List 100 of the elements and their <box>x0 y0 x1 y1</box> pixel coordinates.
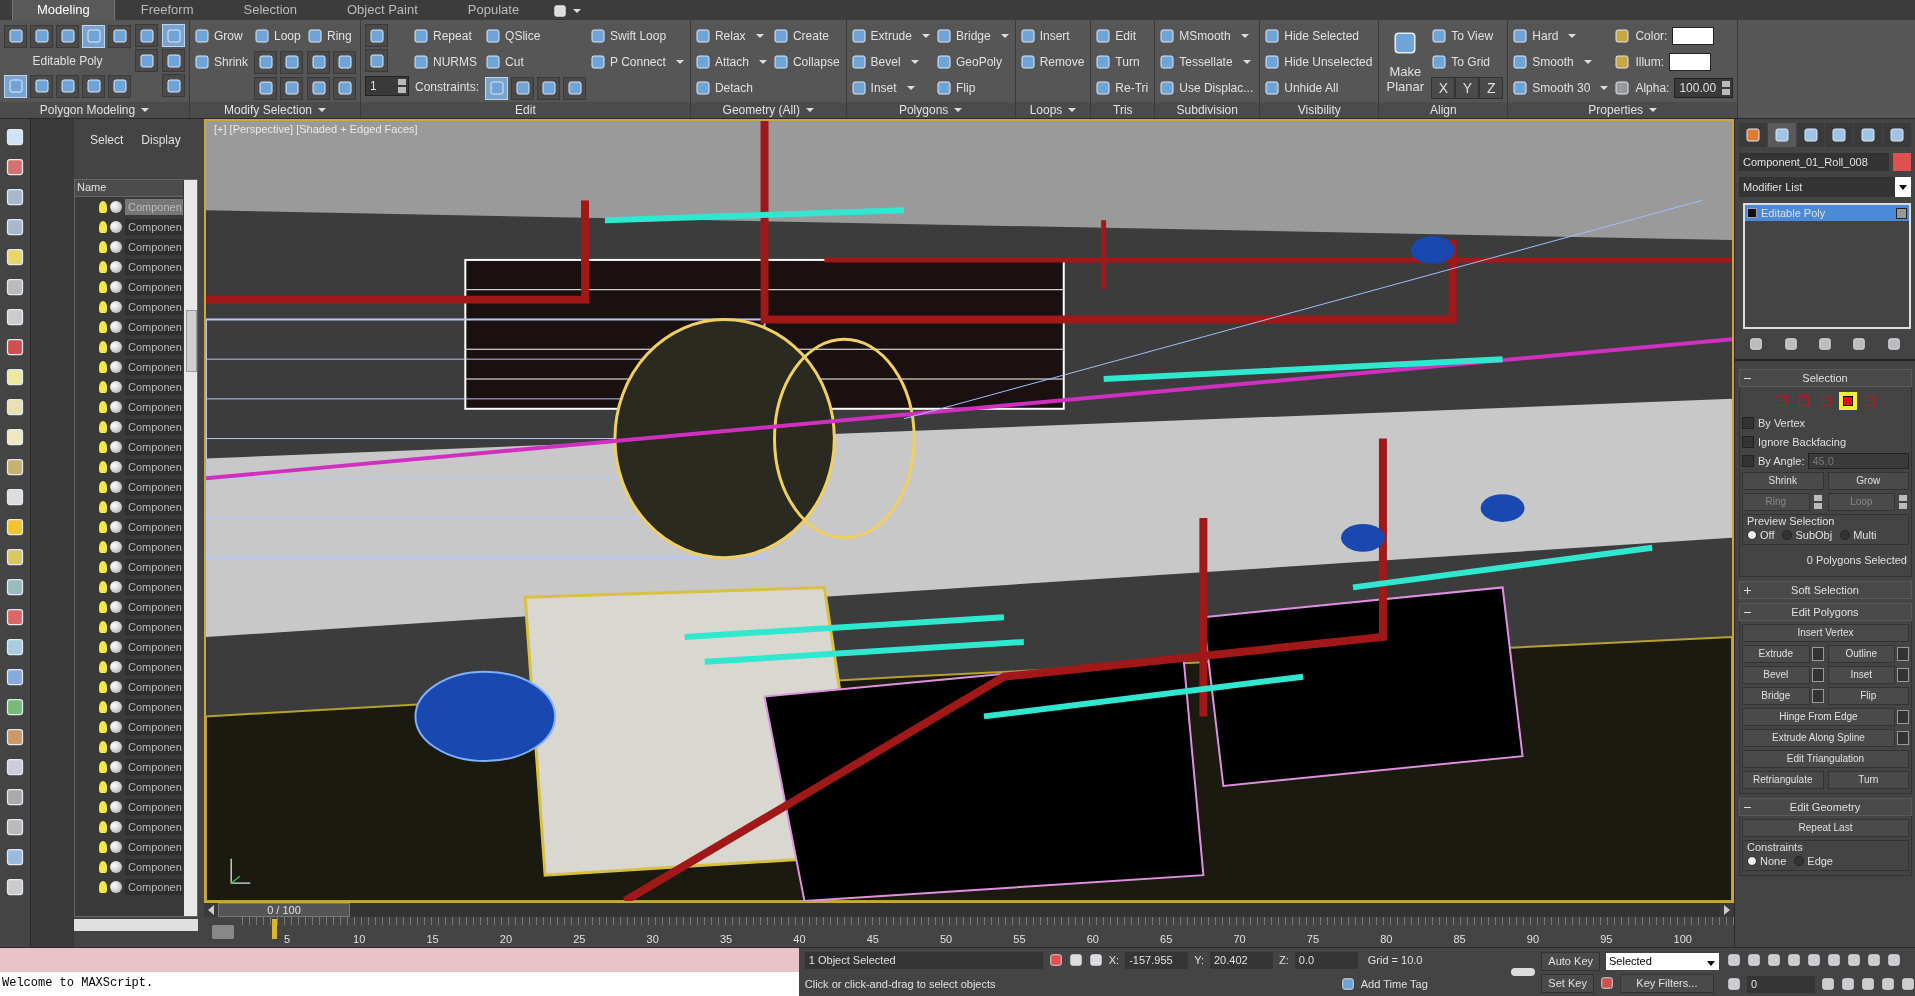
coordinate-field[interactable]: -157.955 <box>1125 951 1189 969</box>
ribbon-tab[interactable]: Freeform <box>116 0 218 20</box>
object-name[interactable]: Componen <box>125 679 183 695</box>
sphere-icon[interactable] <box>110 381 122 393</box>
panel-button[interactable]: Insert Vertex <box>1742 624 1909 642</box>
tool-button[interactable]: Hide Unselected <box>1264 50 1375 74</box>
scrollbar[interactable] <box>74 919 198 931</box>
object-name[interactable]: Componen <box>125 559 183 575</box>
light-bulb-icon[interactable] <box>99 261 107 273</box>
object-name[interactable]: Componen <box>125 299 183 315</box>
toolbar-square-icon[interactable] <box>5 247 25 267</box>
tool-button[interactable] <box>254 50 277 74</box>
tool-button[interactable] <box>365 24 388 47</box>
sphere-icon[interactable] <box>110 201 122 213</box>
light-bulb-icon[interactable] <box>99 241 107 253</box>
coordinate-field[interactable]: 0.0 <box>1294 951 1358 969</box>
spinner-arrows-icon[interactable] <box>1813 495 1822 509</box>
dropdown-button[interactable]: Attach <box>694 50 769 74</box>
object-name[interactable]: Componen <box>125 219 183 235</box>
square-icon[interactable] <box>1817 337 1832 351</box>
tool-button[interactable] <box>254 76 277 100</box>
panel-button[interactable]: Shrink <box>1742 472 1824 490</box>
object-name[interactable]: Componen <box>125 659 183 675</box>
sphere-icon[interactable] <box>110 701 122 713</box>
object-name[interactable]: Componen <box>125 519 183 535</box>
coordinate-field[interactable]: 20.402 <box>1210 951 1273 969</box>
tool-button[interactable]: Re-Tri <box>1095 76 1151 100</box>
object-name[interactable]: Componen <box>125 719 183 735</box>
light-bulb-icon[interactable] <box>99 861 107 873</box>
tool-button[interactable] <box>280 50 303 74</box>
sphere-icon[interactable] <box>110 801 122 813</box>
time-slider-track[interactable]: 0 / 100 <box>218 903 1720 917</box>
tool-button[interactable]: Detach <box>694 76 769 100</box>
key-filters-button[interactable]: Key Filters... <box>1619 973 1714 993</box>
dropdown-button[interactable]: Tessellate <box>1159 50 1256 74</box>
panel-button[interactable]: Hinge From Edge <box>1742 708 1895 726</box>
tool-button[interactable] <box>307 76 330 100</box>
tool-button[interactable] <box>280 76 303 100</box>
spinner-arrows-icon[interactable] <box>1899 495 1907 509</box>
dropdown-button[interactable]: Smooth <box>1512 50 1611 74</box>
light-bulb-icon[interactable] <box>99 561 107 573</box>
ribbon-tab[interactable]: Modeling <box>12 0 115 20</box>
object-name[interactable]: Componen <box>125 639 183 655</box>
tool-button[interactable]: Make Planar <box>1383 24 1428 94</box>
rollout-header[interactable]: Selection <box>1739 369 1912 387</box>
light-bulb-icon[interactable] <box>99 681 107 693</box>
object-name[interactable]: Componen <box>125 379 183 395</box>
sphere-icon[interactable] <box>110 221 122 233</box>
dropdown-button[interactable]: MSmooth <box>1159 24 1256 48</box>
rollout-header[interactable]: Edit Geometry <box>1739 798 1912 816</box>
object-name[interactable]: Componen <box>125 779 183 795</box>
ribbon-tab[interactable]: Object Paint <box>323 0 442 20</box>
panel-button[interactable]: Grow <box>1827 472 1909 490</box>
tool-button[interactable]: Insert <box>1019 24 1087 48</box>
tool-button[interactable]: Shrink <box>194 50 250 74</box>
sphere-icon[interactable] <box>110 641 122 653</box>
color-swatch[interactable] <box>1669 53 1712 71</box>
light-bulb-icon[interactable] <box>99 781 107 793</box>
object-name[interactable]: Componen <box>125 319 183 335</box>
panel-button[interactable]: Extrude Along Spline <box>1742 729 1895 747</box>
spinner-field[interactable]: 1 <box>365 76 409 96</box>
object-name[interactable]: Componen <box>125 859 183 875</box>
tool-button[interactable]: Flip <box>935 76 1011 100</box>
panel-title-button[interactable]: Loops <box>1015 102 1091 118</box>
light-bulb-icon[interactable] <box>99 321 107 333</box>
square-icon[interactable] <box>1841 977 1855 991</box>
toolbar-square-icon[interactable] <box>5 727 25 747</box>
square-icon[interactable] <box>1783 337 1798 351</box>
square-icon[interactable] <box>1852 337 1867 351</box>
light-bulb-icon[interactable] <box>99 621 107 633</box>
tool-button[interactable]: GeoPoly <box>935 50 1011 74</box>
square-icon[interactable] <box>1767 953 1781 967</box>
tool-button[interactable]: Remove <box>1019 50 1087 74</box>
dropdown-button[interactable]: P Connect <box>590 50 686 74</box>
light-bulb-icon[interactable] <box>99 461 107 473</box>
panel-title-button[interactable]: Properties <box>1508 102 1738 118</box>
axis-button[interactable]: X <box>1431 77 1456 99</box>
sphere-icon[interactable] <box>110 421 122 433</box>
sphere-icon[interactable] <box>110 241 122 253</box>
square-icon[interactable] <box>1599 976 1614 990</box>
panel-button[interactable]: Outline <box>1827 645 1895 663</box>
sphere-icon[interactable] <box>110 501 122 513</box>
sphere-icon[interactable] <box>110 441 122 453</box>
light-bulb-icon[interactable] <box>99 441 107 453</box>
square-icon[interactable] <box>1048 953 1063 967</box>
panel-tab[interactable] <box>1825 123 1854 147</box>
object-name[interactable]: Componen <box>125 619 183 635</box>
square-icon[interactable] <box>1749 337 1764 351</box>
sphere-icon[interactable] <box>110 321 122 333</box>
sphere-icon[interactable] <box>110 561 122 573</box>
object-name[interactable]: Componen <box>125 739 183 755</box>
object-name[interactable]: Componen <box>125 359 183 375</box>
object-name[interactable]: Componen <box>125 479 183 495</box>
object-name[interactable]: Componen <box>125 259 183 275</box>
toolbar-square-icon[interactable] <box>5 607 25 627</box>
object-name[interactable]: Componen <box>125 579 183 595</box>
rollout-header[interactable]: Edit Polygons <box>1739 603 1912 621</box>
dropdown-button[interactable]: Bridge <box>935 24 1011 48</box>
square-icon[interactable] <box>1886 337 1901 351</box>
light-bulb-icon[interactable] <box>99 281 107 293</box>
